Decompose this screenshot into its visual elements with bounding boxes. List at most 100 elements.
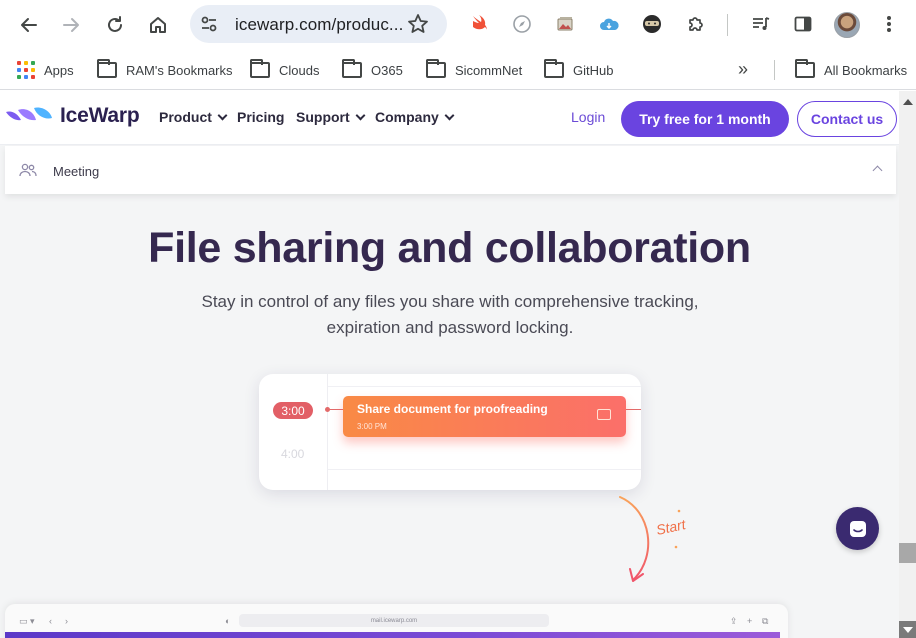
contact-us-button[interactable]: Contact us	[797, 101, 897, 137]
bookmark-folder-o365[interactable]: O365	[342, 59, 403, 81]
bookmark-apps[interactable]: Apps	[17, 59, 74, 81]
nav-product[interactable]: Product	[159, 109, 228, 125]
cloud-extension-icon[interactable]	[597, 12, 621, 36]
folder-icon	[97, 59, 117, 78]
nav-label: Company	[375, 109, 439, 125]
chevron-down-icon	[217, 110, 228, 120]
folder-icon	[250, 59, 270, 78]
brand-name: IceWarp	[60, 104, 140, 127]
event-title: Share document for proofreading	[357, 402, 548, 416]
event-chat-icon	[597, 409, 611, 420]
nav-label: Support	[296, 109, 350, 125]
bookmark-folder-github[interactable]: GitHub	[544, 59, 613, 81]
collapse-chevron-up-icon[interactable]	[872, 165, 883, 176]
swift-extension-icon[interactable]	[468, 12, 492, 36]
nav-company[interactable]: Company	[375, 109, 455, 125]
toolbar-divider	[727, 14, 728, 36]
profile-avatar[interactable]	[834, 12, 860, 38]
start-arrow-icon	[619, 496, 681, 582]
hour-label: 4:00	[281, 447, 305, 461]
nav-label: Pricing	[237, 109, 285, 125]
browser-toolbar: icewarp.com/produc...	[0, 0, 916, 50]
mock-browser-preview: ▭ ▾ ‹ › ◐ mail.icewarp.com ⇪ + ⧉	[5, 604, 788, 638]
icewarp-wings-icon	[6, 107, 52, 121]
bookmark-all[interactable]: All Bookmarks	[795, 59, 907, 81]
reload-icon	[108, 16, 122, 32]
reload-button[interactable]	[99, 9, 131, 41]
current-time-dot	[325, 407, 330, 412]
chevron-down-icon	[355, 110, 366, 120]
url-text: icewarp.com/produc...	[235, 15, 404, 34]
mock-url: mail.icewarp.com	[370, 617, 418, 624]
meeting-people-icon	[19, 163, 37, 177]
product-submenu: Meeting	[5, 146, 896, 194]
address-bar[interactable]: icewarp.com/produc...	[190, 5, 447, 43]
bookmark-label: O365	[371, 62, 403, 78]
page-scrollbar[interactable]	[899, 91, 916, 638]
more-bookmarks-chevron-icon[interactable]: »	[738, 59, 748, 80]
scroll-up-arrow-icon[interactable]	[903, 99, 913, 105]
compass-extension-icon[interactable]	[510, 12, 534, 36]
side-panel-icon[interactable]	[791, 12, 815, 36]
bookmark-label: RAM's Bookmarks	[126, 62, 233, 78]
back-button[interactable]	[13, 9, 45, 41]
chat-widget-button[interactable]	[836, 507, 879, 550]
bookmark-folder-clouds[interactable]: Clouds	[250, 59, 319, 81]
try-free-button[interactable]: Try free for 1 month	[621, 101, 789, 137]
ninja-extension-icon[interactable]	[640, 12, 664, 36]
apps-grid-icon	[17, 61, 35, 79]
nav-label: Product	[159, 109, 212, 125]
folder-icon	[426, 59, 446, 78]
folder-icon	[795, 59, 815, 78]
folder-icon	[342, 59, 362, 78]
media-control-icon[interactable]	[749, 12, 773, 36]
folder-icon	[544, 59, 564, 78]
gallery-extension-icon[interactable]	[553, 12, 577, 36]
bookmark-label: GitHub	[573, 62, 614, 78]
calendar-time-divider	[327, 374, 328, 490]
calendar-event[interactable]: Share document for proofreading 3:00 PM	[343, 396, 626, 437]
section-subtitle: Stay in control of any files you share w…	[150, 289, 750, 341]
calendar-preview-card: 3:00 4:00 Share document for proofreadin…	[259, 374, 641, 490]
site-info-icon[interactable]	[200, 15, 218, 33]
nav-support[interactable]: Support	[296, 109, 366, 125]
home-icon	[150, 17, 166, 33]
bookmark-label: Clouds	[279, 62, 320, 78]
chevron-down-icon	[444, 110, 455, 120]
scrollbar-thumb[interactable]	[899, 543, 916, 563]
forward-button[interactable]	[55, 9, 87, 41]
mock-add-tab-icon: +	[747, 616, 753, 626]
mock-tabs-icon: ⧉	[762, 616, 769, 626]
event-time: 3:00 PM	[357, 422, 387, 431]
bookmark-star-icon[interactable]	[407, 13, 429, 35]
mock-shield-icon: ◐	[225, 616, 231, 626]
extensions-puzzle-icon[interactable]	[684, 12, 708, 36]
web-page: IceWarp Product Pricing Support Company …	[0, 91, 899, 638]
mock-back-icon: ‹	[49, 616, 52, 626]
scroll-down-arrow-icon[interactable]	[899, 621, 916, 638]
bookmarks-divider	[774, 60, 775, 80]
home-button[interactable]	[142, 9, 174, 41]
subtitle-line: expiration and password locking.	[326, 318, 574, 337]
calendar-gridline	[328, 469, 641, 470]
bookmark-folder-rams[interactable]: RAM's Bookmarks	[97, 59, 233, 81]
bookmark-label: All Bookmarks	[824, 62, 908, 78]
mock-forward-icon: ›	[65, 616, 68, 626]
current-time-badge: 3:00	[273, 402, 313, 419]
bookmarks-bar: Apps RAM's Bookmarks Clouds O365 SicommN…	[0, 50, 916, 90]
icewarp-logo[interactable]: IceWarp	[4, 104, 140, 128]
submenu-meeting-item[interactable]: Meeting	[53, 164, 99, 179]
mock-address-bar: mail.icewarp.com	[239, 614, 549, 627]
login-link[interactable]: Login	[571, 109, 605, 125]
menu-kebab-icon[interactable]	[877, 12, 901, 36]
mock-share-icon: ⇪	[730, 616, 738, 626]
bookmark-folder-sicommnet[interactable]: SicommNet	[426, 59, 522, 81]
site-header: IceWarp Product Pricing Support Company …	[0, 91, 899, 145]
back-arrow-icon	[21, 18, 37, 32]
mock-app-header	[5, 632, 780, 638]
subtitle-line: Stay in control of any files you share w…	[201, 292, 699, 311]
section-title: File sharing and collaboration	[148, 224, 751, 272]
mock-sidebar-icon: ▭ ▾	[19, 616, 35, 626]
nav-pricing[interactable]: Pricing	[237, 109, 284, 125]
calendar-gridline	[328, 386, 641, 387]
